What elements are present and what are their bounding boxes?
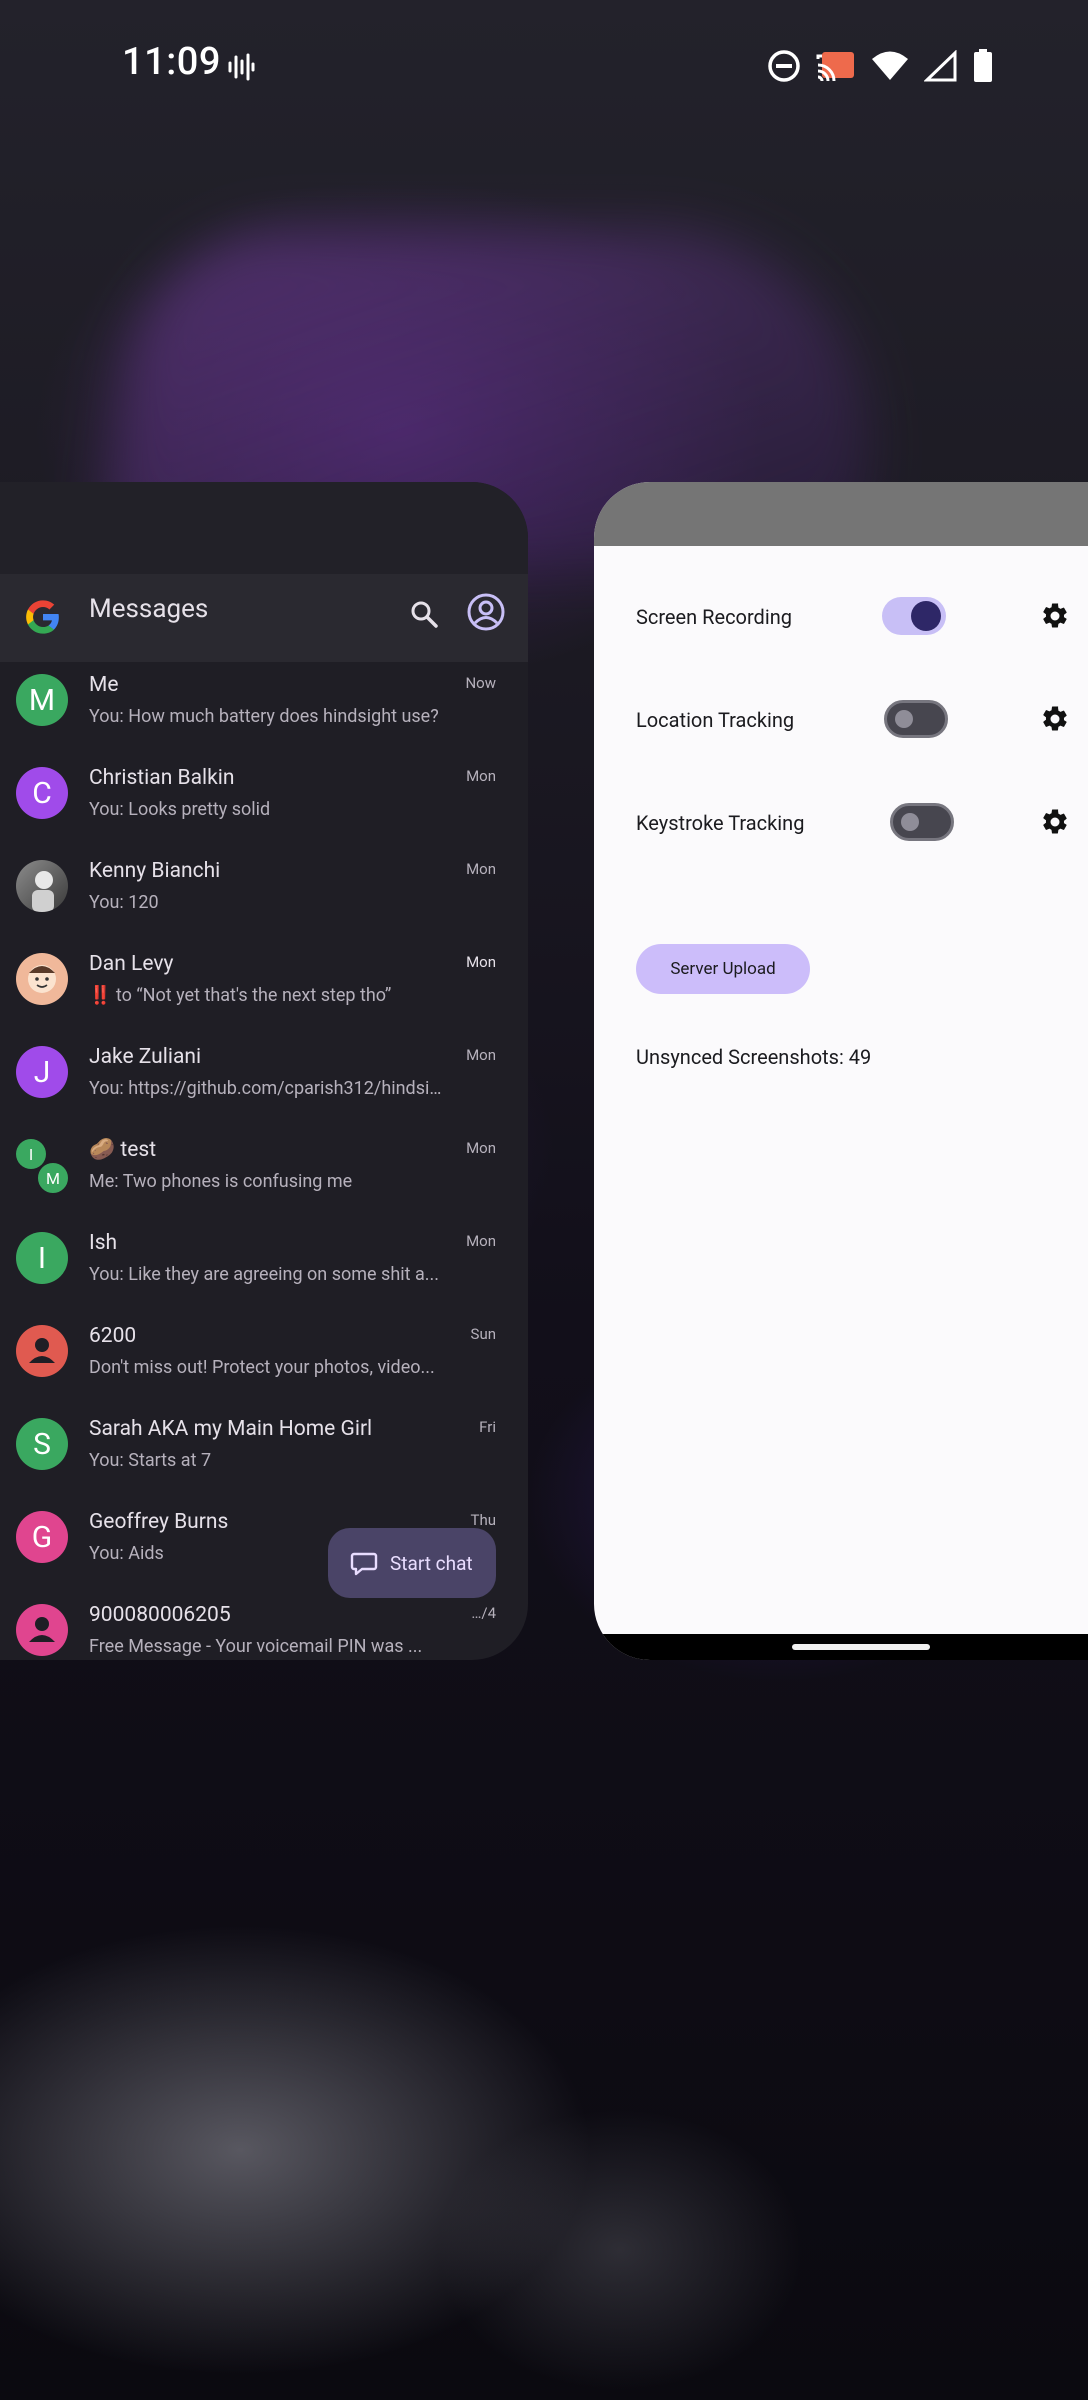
conversation-snippet: You: Aids [89, 1543, 164, 1564]
conversation-time: Mon [466, 1046, 496, 1064]
battery-icon [974, 49, 992, 82]
card-header [0, 482, 528, 574]
conversation-item[interactable]: C Christian Balkin You: Looks pretty sol… [0, 755, 528, 848]
wifi-icon [872, 51, 908, 80]
avatar: J [16, 1046, 68, 1098]
conversation-snippet: You: 120 [89, 892, 159, 913]
navigation-bar [594, 1634, 1088, 1660]
conversation-name: Christian Balkin [89, 766, 235, 790]
conversation-item[interactable]: I Ish You: Like they are agreeing on som… [0, 1220, 528, 1313]
chat-bubble-icon [350, 1552, 378, 1576]
conversation-time: Sun [470, 1325, 496, 1343]
avatar: I [16, 1232, 68, 1284]
conversation-item[interactable]: I M 🥔 test Me: Two phones is confusing m… [0, 1127, 528, 1220]
conversation-item[interactable]: 6200 Don't miss out! Protect your photos… [0, 1313, 528, 1406]
conversation-item[interactable]: J Jake Zuliani You: https://github.com/c… [0, 1034, 528, 1127]
conversation-list: M Me You: How much battery does hindsigh… [0, 662, 528, 1660]
avatar: M [16, 674, 68, 726]
person-photo-icon [32, 871, 54, 912]
avatar: G [16, 1511, 68, 1563]
conversation-time: Mon [466, 860, 496, 878]
face-icon [28, 965, 56, 993]
keystroke-tracking-label: Keystroke Tracking [636, 811, 805, 835]
conversation-snippet: Don't miss out! Protect your photos, vid… [89, 1357, 435, 1378]
conversation-name: Me [89, 673, 119, 697]
conversation-snippet: ‼️ to “Not yet that's the next step tho” [89, 985, 392, 1006]
messages-app-card[interactable]: Messages M Me You: How much battery does… [0, 482, 528, 1660]
location-tracking-settings-gear-icon[interactable] [1040, 704, 1070, 734]
conversation-name: Ish [89, 1231, 118, 1255]
hindsight-app-card[interactable]: Screen Recording Location Tracking Keyst… [594, 482, 1088, 1660]
toggle-knob [895, 710, 913, 728]
app-title: Messages [89, 594, 209, 624]
cell-signal-icon [924, 50, 957, 82]
avatar: C [16, 767, 68, 819]
conversation-time: Mon [466, 953, 496, 971]
conversation-snippet: You: Like they are agreeing on some shit… [89, 1264, 440, 1285]
conversation-time: Mon [466, 1232, 496, 1250]
unsynced-screenshots-count: Unsynced Screenshots: 49 [636, 1045, 872, 1069]
search-icon[interactable] [408, 598, 440, 630]
screen-recording-toggle[interactable] [882, 597, 946, 635]
person-icon [29, 1338, 55, 1363]
conversation-name: 900080006205 [89, 1603, 231, 1627]
screen-recording-label: Screen Recording [636, 605, 792, 629]
conversation-time: Thu [470, 1511, 496, 1529]
start-chat-label: Start chat [390, 1551, 473, 1575]
avatar-photo [16, 860, 68, 912]
status-bar: 11:09 [0, 0, 1088, 134]
conversation-name: Sarah AKA my Main Home Girl [89, 1417, 373, 1441]
conversation-item[interactable]: M Me You: How much battery does hindsigh… [0, 662, 528, 755]
person-icon [29, 1617, 55, 1642]
conversation-name: Kenny Bianchi [89, 859, 221, 883]
avatar: S [16, 1418, 68, 1470]
conversation-snippet: You: Starts at 7 [89, 1450, 212, 1471]
audio-recording-icon [228, 53, 255, 81]
location-tracking-toggle[interactable] [884, 700, 948, 738]
conversation-time: Mon [466, 767, 496, 785]
keystroke-tracking-toggle[interactable] [890, 803, 954, 841]
start-chat-button[interactable]: Start chat [328, 1528, 496, 1598]
conversation-snippet: Free Message - Your voicemail PIN was ..… [89, 1636, 423, 1657]
conversation-item[interactable]: 900080006205 Free Message - Your voicema… [0, 1592, 528, 1660]
gesture-handle[interactable] [792, 1644, 930, 1650]
conversation-time: …/4 [471, 1604, 496, 1622]
conversation-name: 6200 [89, 1324, 137, 1348]
conversation-time: Now [465, 674, 496, 692]
google-logo-icon [26, 600, 59, 634]
keystroke-tracking-settings-gear-icon[interactable] [1040, 807, 1070, 837]
toggle-knob [901, 813, 919, 831]
avatar [16, 1604, 68, 1656]
status-time: 11:09 [122, 40, 221, 84]
conversation-name: Geoffrey Burns [89, 1510, 229, 1534]
avatar [16, 1325, 68, 1377]
account-icon[interactable] [466, 592, 506, 632]
conversation-snippet: You: Looks pretty solid [89, 799, 271, 820]
conversation-snippet: You: https://github.com/cparish312/hinds… [89, 1078, 449, 1099]
do-not-disturb-icon [768, 50, 800, 82]
conversation-time: Fri [479, 1418, 496, 1436]
cast-icon [816, 52, 854, 82]
conversation-item[interactable]: Dan Levy ‼️ to “Not yet that's the next … [0, 941, 528, 1034]
card-header [594, 482, 1088, 546]
conversation-time: Mon [466, 1139, 496, 1157]
location-tracking-label: Location Tracking [636, 708, 795, 732]
avatar: M [36, 1161, 70, 1195]
conversation-item[interactable]: S Sarah AKA my Main Home Girl You: Start… [0, 1406, 528, 1499]
avatar-memoji [16, 953, 68, 1005]
messages-top-bar: Messages [0, 574, 528, 662]
group-avatar: I M [16, 1139, 72, 1195]
toggle-knob [911, 601, 941, 631]
conversation-name: Dan Levy [89, 952, 174, 976]
screen-recording-settings-gear-icon[interactable] [1040, 601, 1070, 631]
conversation-snippet: Me: Two phones is confusing me [89, 1171, 353, 1192]
conversation-name: Jake Zuliani [89, 1045, 202, 1069]
conversation-snippet: You: How much battery does hindsight use… [89, 706, 439, 727]
server-upload-button[interactable]: Server Upload [636, 944, 810, 994]
conversation-name: 🥔 test [89, 1138, 157, 1162]
conversation-item[interactable]: Kenny Bianchi You: 120 Mon [0, 848, 528, 941]
